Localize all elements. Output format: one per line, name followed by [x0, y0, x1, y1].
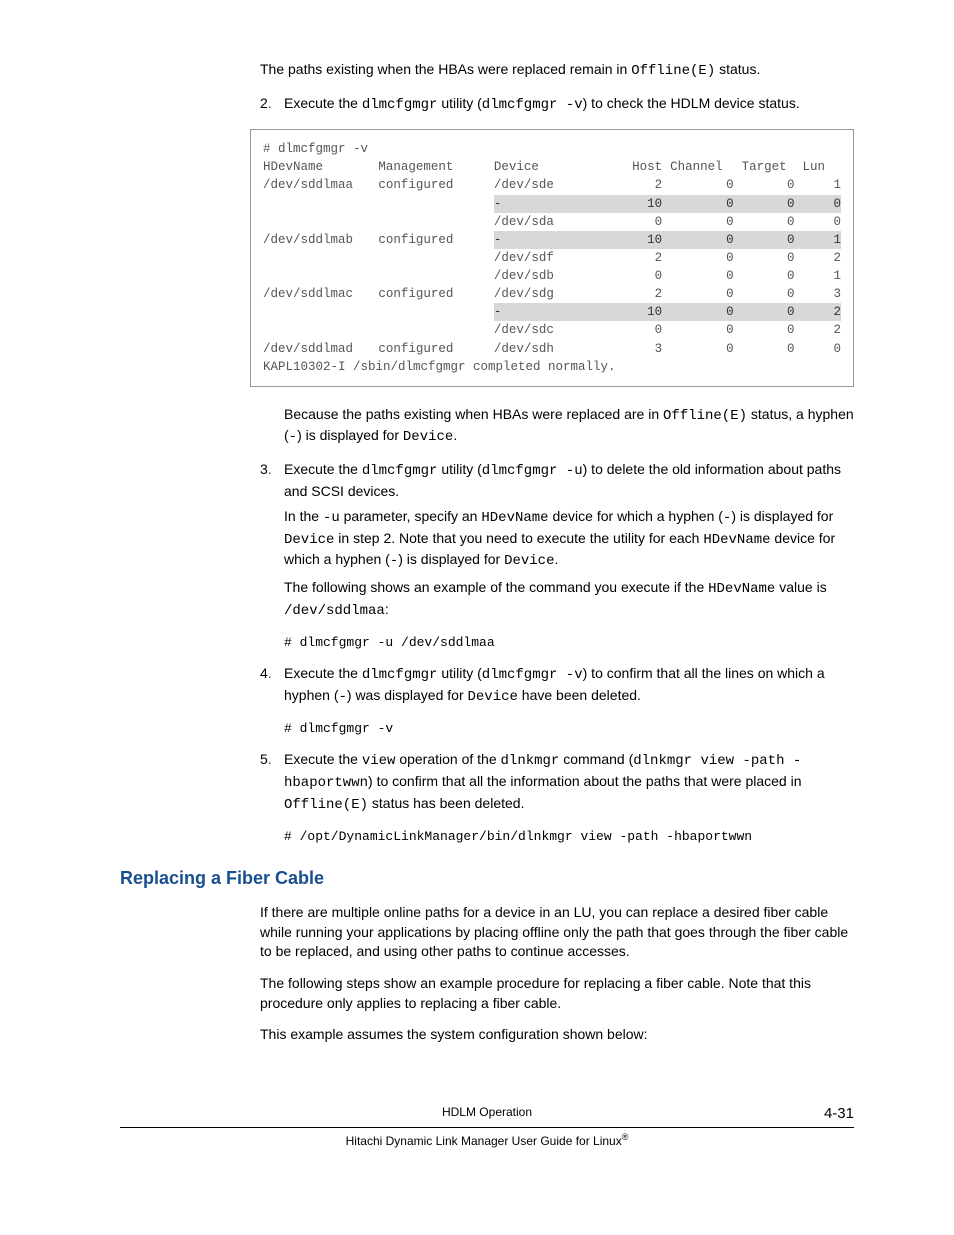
list-number: 3.: [260, 460, 272, 480]
step-5: 5. Execute the view operation of the dln…: [260, 750, 854, 815]
code-block: # dlmcfgmgr -v: [284, 721, 854, 736]
table-row: -10000: [263, 195, 841, 213]
page-number: 4-31: [824, 1105, 854, 1122]
step-2: 2. Execute the dlmcfgmgr utility (dlmcfg…: [260, 94, 854, 116]
step-4: 4. Execute the dlmcfgmgr utility (dlmcfg…: [260, 664, 854, 707]
table-footer-msg: KAPL10302-I /sbin/dlmcfgmgr completed no…: [263, 358, 841, 376]
table-row: /dev/sddlmacconfigured/dev/sdg2003: [263, 285, 841, 303]
table-row: /dev/sdc0002: [263, 321, 841, 339]
table-row: /dev/sdf2002: [263, 249, 841, 267]
page-footer: HDLM Operation 4-31 Hitachi Dynamic Link…: [120, 1105, 854, 1148]
command-line: # dlmcfgmgr -v: [263, 140, 841, 158]
code-block: # dlmcfgmgr -u /dev/sddlmaa: [284, 635, 854, 650]
text: ) to check the HDLM device status.: [583, 95, 800, 111]
text: The paths existing when the HBAs were re…: [260, 61, 631, 77]
code-inline: Offline(E): [631, 63, 715, 79]
section-paragraph: This example assumes the system configur…: [260, 1025, 854, 1045]
table-row: /dev/sddlmaaconfigured/dev/sde2001: [263, 176, 841, 194]
footer-title: HDLM Operation: [442, 1105, 532, 1119]
table-row: /dev/sddlmadconfigured/dev/sdh3000: [263, 340, 841, 358]
section-paragraph: The following steps show an example proc…: [260, 974, 854, 1013]
list-number: 2.: [260, 94, 272, 114]
after-table-paragraph: Because the paths existing when HBAs wer…: [260, 405, 854, 448]
section-heading: Replacing a Fiber Cable: [120, 868, 854, 889]
registered-icon: ®: [622, 1132, 629, 1142]
table-row: /dev/sddlmabconfigured-10001: [263, 231, 841, 249]
text: utility (: [437, 95, 481, 111]
list-number: 5.: [260, 750, 272, 770]
footer-subtitle: Hitachi Dynamic Link Manager User Guide …: [346, 1134, 622, 1148]
text: Execute the: [284, 95, 362, 111]
section-paragraph: If there are multiple online paths for a…: [260, 903, 854, 962]
command-output-table: # dlmcfgmgr -v HDevName Management Devic…: [250, 129, 854, 387]
table-row: -10002: [263, 303, 841, 321]
intro-paragraph: The paths existing when the HBAs were re…: [260, 60, 854, 82]
list-number: 4.: [260, 664, 272, 684]
code-inline: dlmcfgmgr -v: [482, 97, 583, 113]
table-header: HDevName Management Device Host Channel …: [263, 158, 841, 176]
text: status.: [715, 61, 760, 77]
table-row: /dev/sdb0001: [263, 267, 841, 285]
code-block: # /opt/DynamicLinkManager/bin/dlnkmgr vi…: [284, 829, 854, 844]
step-3: 3. Execute the dlmcfgmgr utility (dlmcfg…: [260, 460, 854, 621]
table-row: /dev/sda0000: [263, 213, 841, 231]
code-inline: dlmcfgmgr: [362, 97, 438, 113]
